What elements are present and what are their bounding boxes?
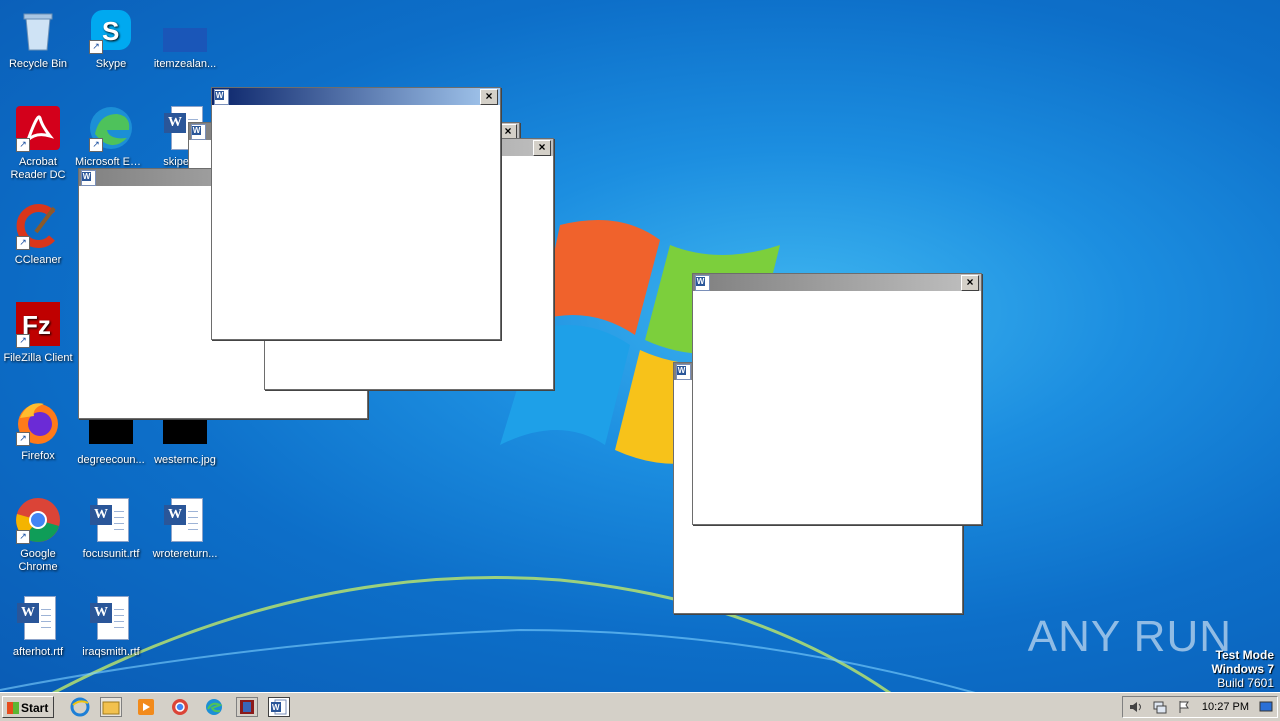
- word-icon: [676, 364, 691, 380]
- word-icon: [81, 170, 96, 186]
- close-button[interactable]: ×: [533, 140, 551, 156]
- action-center-flag-icon[interactable]: [1177, 700, 1191, 714]
- chrome-taskbar-icon[interactable]: [170, 697, 192, 717]
- volume-icon[interactable]: [1129, 700, 1143, 714]
- windows-flag-icon: [7, 702, 19, 714]
- desktop: Recycle Bin ↗ Acrobat Reader DC ↗ CClean…: [0, 0, 1280, 692]
- start-label: Start: [21, 701, 49, 715]
- word-dialog-window-active[interactable]: ×: [211, 87, 501, 340]
- recycle-bin-label: Recycle Bin: [8, 58, 68, 70]
- ccleaner-icon[interactable]: ↗ CCleaner: [0, 202, 76, 267]
- test-mode-line3: Build 7601: [1217, 676, 1274, 690]
- wrotereturn-label: wrotereturn...: [152, 548, 218, 560]
- clock[interactable]: 10:27 PM: [1202, 701, 1249, 713]
- wrotereturn-file-icon[interactable]: W wrotereturn...: [147, 496, 223, 561]
- filezilla-label: FileZilla Client: [3, 352, 73, 364]
- window-titlebar[interactable]: ×: [693, 274, 981, 291]
- winrar-icon[interactable]: [236, 697, 258, 717]
- anyrun-watermark: ANY RUN: [1027, 612, 1232, 661]
- focusunit-label: focusunit.rtf: [82, 548, 140, 560]
- edge-taskbar-icon[interactable]: [204, 697, 226, 717]
- chrome-label: Google Chrome: [18, 548, 58, 573]
- word-taskbar-icon[interactable]: W: [268, 697, 290, 717]
- acrobat-reader-label: Acrobat Reader DC: [10, 156, 66, 181]
- itemzealan-file-icon[interactable]: itemzealan...: [147, 6, 223, 71]
- iraqsmith-file-icon[interactable]: W iraqsmith.rtf: [73, 594, 149, 659]
- itemzealan-label: itemzealan...: [153, 58, 217, 70]
- svg-text:W: W: [272, 703, 280, 712]
- firefox-icon[interactable]: ↗ Firefox: [0, 398, 76, 463]
- network-icon[interactable]: [1153, 700, 1167, 714]
- media-player-icon[interactable]: [136, 697, 158, 717]
- firefox-label: Firefox: [21, 450, 55, 462]
- close-button[interactable]: ×: [961, 275, 979, 291]
- skype-label: Skype: [95, 58, 127, 70]
- window-titlebar[interactable]: ×: [212, 88, 500, 105]
- word-dialog-window-right-front[interactable]: ×: [692, 273, 982, 525]
- close-button[interactable]: ×: [480, 89, 498, 105]
- skype-icon[interactable]: S ↗ Skype: [73, 6, 149, 71]
- test-mode-notice: Test Mode Windows 7 Build 7601: [1211, 648, 1274, 690]
- system-tray: 10:27 PM: [1122, 696, 1278, 718]
- afterhot-file-icon[interactable]: W afterhot.rtf: [0, 594, 76, 659]
- degreecount-label: degreecoun...: [77, 454, 145, 466]
- internet-explorer-icon[interactable]: [70, 697, 92, 717]
- test-mode-line1: Test Mode: [1215, 648, 1274, 662]
- recycle-bin-icon[interactable]: Recycle Bin: [0, 6, 76, 71]
- svg-text:S: S: [102, 16, 119, 46]
- iraqsmith-label: iraqsmith.rtf: [82, 646, 140, 658]
- show-desktop-icon[interactable]: [1259, 701, 1273, 713]
- afterhot-label: afterhot.rtf: [12, 646, 64, 658]
- taskbar: Start W 10:27 PM: [0, 692, 1280, 721]
- filezilla-icon[interactable]: Fz ↗ FileZilla Client: [0, 300, 76, 365]
- acrobat-reader-icon[interactable]: ↗ Acrobat Reader DC: [0, 104, 76, 182]
- word-icon: [695, 275, 710, 291]
- file-explorer-icon[interactable]: [100, 697, 122, 717]
- start-button[interactable]: Start: [2, 696, 54, 718]
- westernc-label: westernc.jpg: [154, 454, 216, 466]
- edge-icon[interactable]: ↗ Microsoft Edge: [73, 104, 149, 169]
- ccleaner-label: CCleaner: [14, 254, 62, 266]
- word-icon: [191, 124, 206, 140]
- test-mode-line2: Windows 7: [1211, 662, 1274, 676]
- chrome-icon[interactable]: ↗ Google Chrome: [0, 496, 76, 574]
- focusunit-file-icon[interactable]: W focusunit.rtf: [73, 496, 149, 561]
- word-icon: [214, 89, 229, 105]
